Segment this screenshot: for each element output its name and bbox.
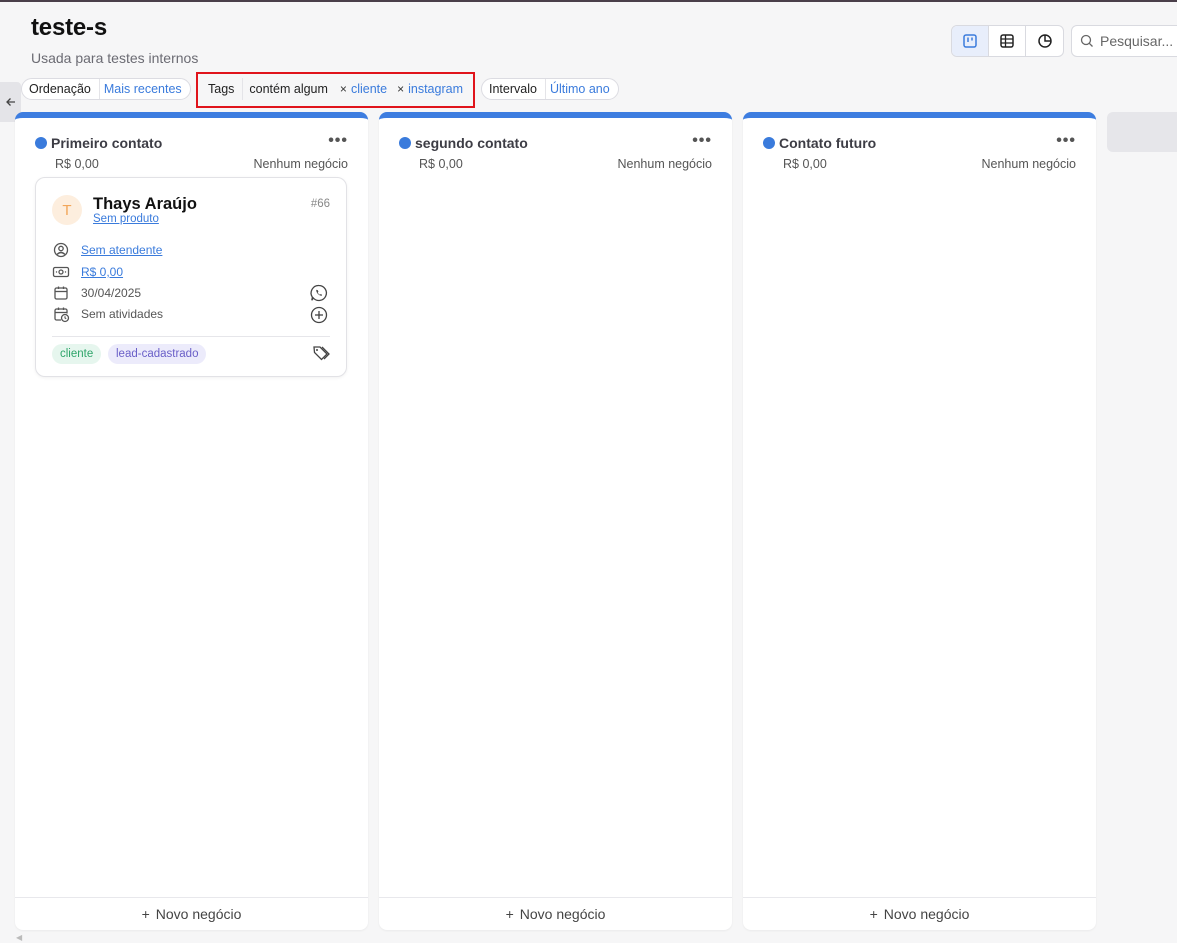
add-activity-icon[interactable]	[309, 305, 329, 325]
page-subtitle: Usada para testes internos	[31, 50, 199, 66]
kanban-column: Contato futuro ••• R$ 0,00 Nenhum negóci…	[743, 112, 1096, 930]
column-header: Contato futuro	[763, 135, 876, 151]
calendar-clock-icon	[52, 305, 70, 323]
deal-card[interactable]: T Thays Araújo Sem produto #66 Sem atend…	[35, 177, 347, 377]
column-title: Primeiro contato	[51, 135, 163, 151]
date-row: 30/04/2025	[52, 284, 141, 302]
tag-badge: cliente	[52, 344, 102, 364]
plus-icon: +	[869, 906, 878, 922]
column-title: segundo contato	[415, 135, 528, 151]
user-circle-icon	[52, 241, 70, 259]
deal-date: 30/04/2025	[81, 286, 142, 300]
chart-view-button[interactable]	[1026, 26, 1063, 56]
column-count: Nenhum negócio	[617, 157, 712, 171]
sort-filter[interactable]: Ordenação Mais recentes	[21, 78, 191, 100]
column-more-button[interactable]: •••	[1056, 132, 1076, 150]
scroll-left-icon[interactable]: ◀	[16, 933, 22, 942]
new-deal-button[interactable]: + Novo negócio	[743, 897, 1096, 930]
new-deal-label: Novo negócio	[883, 906, 970, 922]
calendar-icon	[52, 284, 70, 302]
column-more-button[interactable]: •••	[328, 132, 348, 150]
column-more-button[interactable]: •••	[692, 132, 712, 150]
add-column-placeholder[interactable]	[1107, 112, 1177, 152]
column-header: segundo contato	[399, 135, 528, 151]
column-count: Nenhum negócio	[981, 157, 1076, 171]
table-icon	[1000, 34, 1014, 48]
card-divider	[52, 336, 330, 337]
deal-id: #66	[310, 198, 330, 210]
kanban-view-button[interactable]	[952, 26, 989, 56]
column-title: Contato futuro	[779, 135, 877, 151]
avatar: T	[52, 195, 82, 225]
new-deal-label: Novo negócio	[155, 906, 242, 922]
deal-activities: Sem atividades	[81, 307, 164, 321]
deal-contact-name[interactable]: Thays Araújo	[93, 195, 197, 214]
whatsapp-icon[interactable]	[309, 283, 329, 303]
arrow-left-icon	[5, 98, 15, 106]
highlight-box	[196, 72, 475, 108]
column-total: R$ 0,00	[419, 157, 463, 171]
column-total: R$ 0,00	[55, 157, 99, 171]
top-border	[0, 0, 1177, 2]
value-row: R$ 0,00	[52, 263, 123, 281]
pie-chart-icon	[1037, 34, 1052, 48]
range-filter-value[interactable]: Último ano	[546, 82, 618, 96]
column-total: R$ 0,00	[783, 157, 827, 171]
search-input[interactable]	[1100, 33, 1177, 49]
range-filter-label: Intervalo	[482, 79, 546, 99]
tag-badge: lead-cadastrado	[108, 344, 207, 364]
range-filter[interactable]: Intervalo Último ano	[481, 78, 619, 100]
column-status-dot	[35, 137, 47, 149]
column-status-dot	[399, 137, 411, 149]
money-icon	[52, 263, 70, 281]
kanban-column: Primeiro contato ••• R$ 0,00 Nenhum negó…	[15, 112, 368, 930]
activities-row: Sem atividades	[52, 305, 163, 323]
column-header: Primeiro contato	[35, 135, 162, 151]
search-icon	[1080, 34, 1093, 47]
sort-filter-label: Ordenação	[22, 79, 100, 99]
kanban-column: segundo contato ••• R$ 0,00 Nenhum negóc…	[379, 112, 732, 930]
column-count: Nenhum negócio	[253, 157, 348, 171]
view-switcher	[951, 25, 1064, 57]
new-deal-button[interactable]: + Novo negócio	[15, 897, 368, 930]
agent-link[interactable]: Sem atendente	[81, 243, 162, 257]
deal-product-link[interactable]: Sem produto	[93, 213, 159, 225]
column-status-dot	[763, 137, 775, 149]
deal-value-link[interactable]: R$ 0,00	[81, 265, 123, 279]
agent-row: Sem atendente	[52, 241, 162, 259]
plus-icon: +	[141, 906, 150, 922]
page-title: teste-s	[31, 14, 107, 41]
kanban-icon	[963, 34, 977, 48]
plus-icon: +	[505, 906, 514, 922]
search-box[interactable]	[1071, 25, 1177, 57]
new-deal-button[interactable]: + Novo negócio	[379, 897, 732, 930]
tags-icon[interactable]	[312, 345, 331, 361]
table-view-button[interactable]	[989, 26, 1026, 56]
sort-filter-value[interactable]: Mais recentes	[100, 82, 190, 96]
new-deal-label: Novo negócio	[519, 906, 606, 922]
